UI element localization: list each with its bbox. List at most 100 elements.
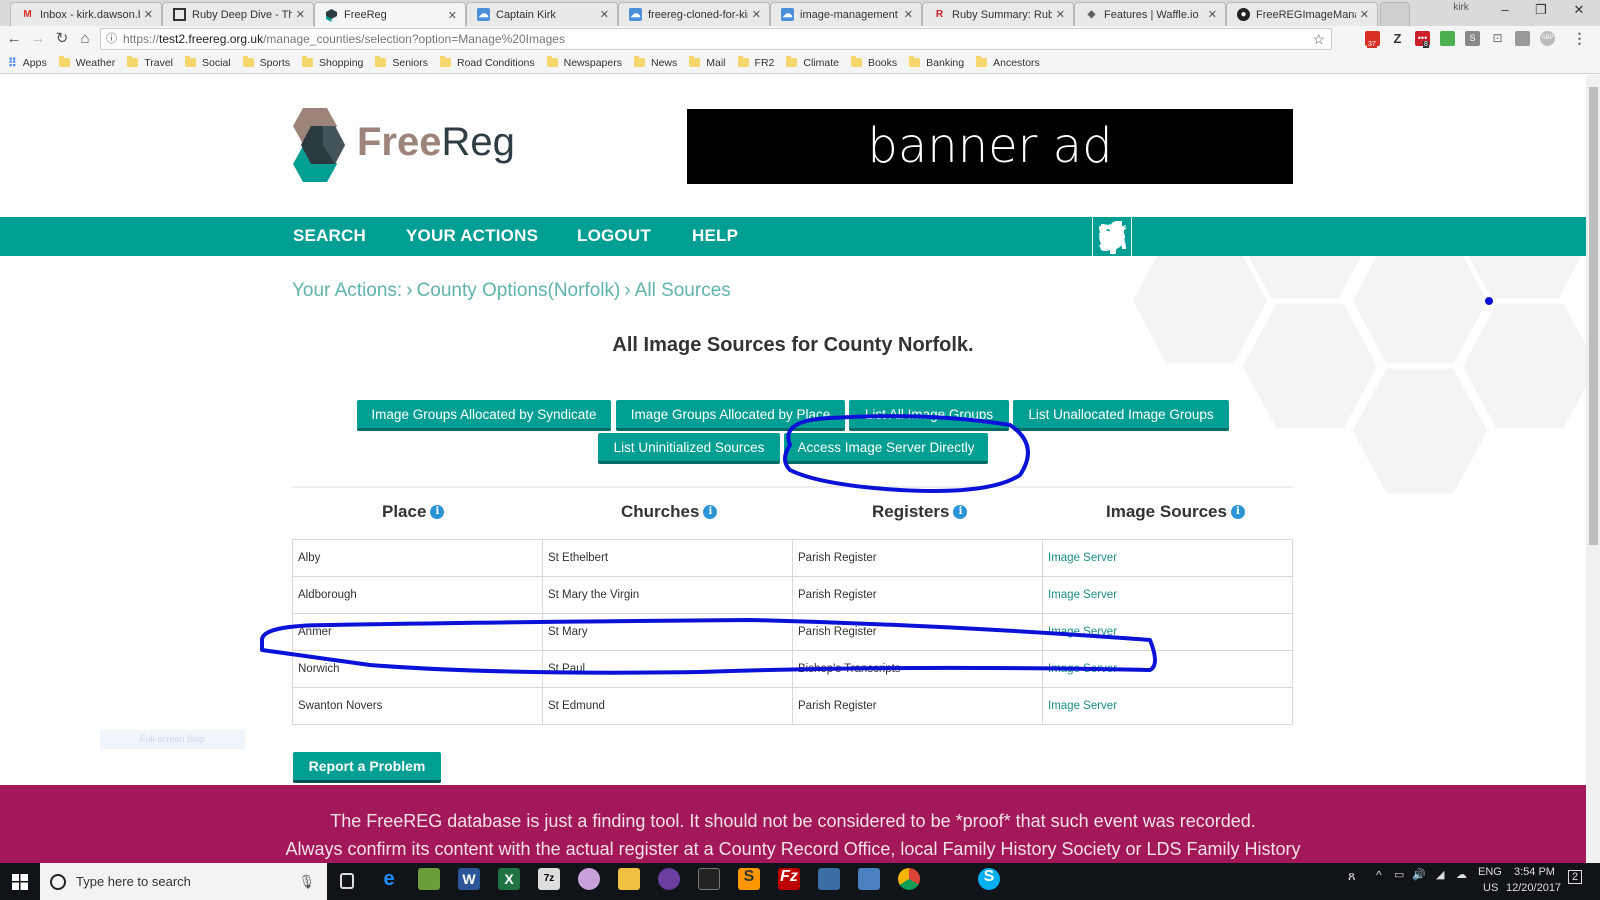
close-icon[interactable]: ✕ bbox=[904, 8, 913, 21]
tab-ruby-deep-dive[interactable]: Ruby Deep Dive - The I ✕ bbox=[162, 2, 314, 26]
reload-button[interactable]: ↻ bbox=[52, 29, 72, 49]
clock-time[interactable]: 3:54 PM bbox=[1514, 866, 1555, 878]
s-extension-icon[interactable]: S bbox=[1465, 31, 1480, 46]
region-indicator[interactable]: US bbox=[1483, 882, 1498, 894]
info-icon[interactable]: ⓘ bbox=[106, 29, 117, 49]
bookmark-star-icon[interactable]: ☆ bbox=[1312, 29, 1325, 49]
bookmark-folder[interactable]: Sports bbox=[242, 56, 290, 69]
bookmark-folder[interactable]: Newspapers bbox=[546, 56, 622, 69]
7zip-icon[interactable]: 7z bbox=[538, 868, 560, 890]
app-green-icon[interactable] bbox=[418, 868, 440, 890]
bookmark-folder[interactable]: News bbox=[634, 56, 677, 69]
page-scrollbar[interactable] bbox=[1586, 75, 1600, 863]
chrome-icon[interactable] bbox=[898, 868, 920, 890]
file-explorer-icon[interactable] bbox=[618, 868, 640, 890]
bookmark-apps[interactable]: ⠿ Apps bbox=[8, 56, 47, 70]
info-icon[interactable]: i bbox=[1230, 505, 1245, 519]
bookmark-folder[interactable]: Shopping bbox=[302, 56, 363, 69]
app-network-icon[interactable] bbox=[818, 868, 840, 890]
image-server-link[interactable]: Image Server bbox=[1042, 539, 1293, 577]
bookmark-folder[interactable]: Road Conditions bbox=[439, 56, 535, 69]
bookmark-folder[interactable]: Banking bbox=[909, 56, 964, 69]
close-icon[interactable]: ✕ bbox=[1360, 8, 1369, 21]
bookmark-folder[interactable]: Ancestors bbox=[976, 56, 1040, 69]
skype-icon[interactable]: S bbox=[978, 868, 1000, 890]
start-button[interactable] bbox=[0, 863, 40, 900]
people-icon[interactable]: ጸ bbox=[1348, 868, 1356, 884]
close-icon[interactable]: ✕ bbox=[600, 8, 609, 21]
wifi-icon[interactable]: ◢ bbox=[1436, 868, 1444, 881]
bookmark-folder[interactable]: Weather bbox=[58, 56, 115, 69]
nav-your-actions[interactable]: YOUR ACTIONS bbox=[406, 226, 538, 246]
abp-icon[interactable]: ABP bbox=[1540, 31, 1555, 46]
breadcrumb-your-actions[interactable]: Your Actions: bbox=[292, 280, 402, 301]
scrollbar-thumb[interactable] bbox=[1589, 87, 1598, 545]
restore-button[interactable]: ❐ bbox=[1526, 2, 1556, 18]
bookmark-folder[interactable]: Social bbox=[185, 56, 231, 69]
clock-date[interactable]: 12/20/2017 bbox=[1506, 882, 1561, 894]
nav-logout[interactable]: LOGOUT bbox=[577, 226, 651, 246]
image-groups-by-place-button[interactable]: Image Groups Allocated by Place bbox=[616, 400, 845, 431]
list-uninitialized-sources-button[interactable]: List Uninitialized Sources bbox=[598, 433, 780, 464]
tab-freereg-cloned[interactable]: ☁ freereg-cloned-for-kirk ✕ bbox=[618, 2, 770, 26]
image-server-link[interactable]: Image Server bbox=[1042, 613, 1293, 651]
bookmark-folder[interactable]: Mail bbox=[689, 56, 726, 69]
close-icon[interactable]: ✕ bbox=[144, 8, 153, 21]
list-all-image-groups-button[interactable]: List All Image Groups bbox=[849, 400, 1009, 431]
close-icon[interactable]: ✕ bbox=[1208, 8, 1217, 21]
app-remote-icon[interactable] bbox=[858, 868, 880, 890]
volume-icon[interactable]: 🔊 bbox=[1412, 868, 1426, 881]
address-bar[interactable]: ⓘ https://test2.freereg.org.uk/manage_co… bbox=[100, 28, 1332, 50]
tray-chevron-icon[interactable]: ^ bbox=[1376, 868, 1382, 882]
close-icon[interactable]: ✕ bbox=[752, 8, 761, 21]
breadcrumb-county-options[interactable]: County Options(Norfolk) bbox=[417, 280, 621, 301]
bookmark-folder[interactable]: Climate bbox=[786, 56, 839, 69]
back-button[interactable]: ← bbox=[4, 29, 24, 49]
new-tab-button[interactable] bbox=[1380, 2, 1410, 26]
notifications-button[interactable]: 2 bbox=[1568, 870, 1583, 884]
nav-help[interactable]: HELP bbox=[692, 226, 738, 246]
bookmark-folder[interactable]: Seniors bbox=[375, 56, 428, 69]
minimize-button[interactable]: – bbox=[1490, 2, 1520, 17]
profile-label[interactable]: kirk bbox=[1446, 2, 1476, 13]
app-purple-icon[interactable] bbox=[658, 868, 680, 890]
forward-button[interactable]: → bbox=[28, 29, 48, 49]
github-icon[interactable] bbox=[1092, 217, 1132, 256]
info-icon[interactable]: i bbox=[953, 505, 968, 519]
zotero-icon[interactable]: Z bbox=[1390, 31, 1405, 46]
tab-github[interactable]: ● FreeREGImageManage ✕ bbox=[1226, 2, 1378, 26]
close-icon[interactable]: ✕ bbox=[296, 8, 305, 21]
tab-inbox[interactable]: M Inbox - kirk.dawson.bc ✕ bbox=[10, 2, 162, 26]
sublime-icon[interactable]: S bbox=[738, 868, 760, 890]
language-indicator[interactable]: ENG bbox=[1478, 866, 1502, 878]
image-groups-by-syndicate-button[interactable]: Image Groups Allocated by Syndicate bbox=[357, 400, 611, 431]
nav-search[interactable]: SEARCH bbox=[293, 226, 366, 246]
cast-icon[interactable]: ⊡ bbox=[1490, 31, 1505, 46]
excel-icon[interactable]: X bbox=[498, 868, 520, 890]
list-unallocated-image-groups-button[interactable]: List Unallocated Image Groups bbox=[1013, 400, 1229, 431]
grey-extension-icon[interactable] bbox=[1515, 31, 1530, 46]
access-image-server-button[interactable]: Access Image Server Directly bbox=[784, 433, 988, 464]
word-icon[interactable]: W bbox=[458, 868, 480, 890]
image-server-link[interactable]: Image Server bbox=[1042, 576, 1293, 614]
image-server-link[interactable]: Image Server bbox=[1042, 650, 1293, 688]
bookmark-folder[interactable]: FR2 bbox=[737, 56, 774, 69]
tab-freereg[interactable]: FreeReg ✕ bbox=[314, 2, 466, 27]
edge-icon[interactable]: e bbox=[378, 868, 400, 890]
terminal-icon[interactable] bbox=[698, 868, 720, 890]
tab-captain-kirk[interactable]: ☁ Captain Kirk ✕ bbox=[466, 2, 618, 26]
close-icon[interactable]: ✕ bbox=[448, 9, 457, 22]
info-icon[interactable]: i bbox=[430, 505, 445, 519]
image-server-link[interactable]: Image Server bbox=[1042, 687, 1293, 725]
report-problem-button[interactable]: Report a Problem bbox=[293, 752, 441, 783]
task-view-icon[interactable] bbox=[340, 873, 354, 889]
close-window-button[interactable]: ✕ bbox=[1564, 2, 1594, 18]
evernote-icon[interactable] bbox=[1440, 31, 1455, 46]
taskbar-search-input[interactable]: Type here to search 🎙 bbox=[40, 863, 327, 900]
microphone-icon[interactable]: 🎙 bbox=[298, 874, 315, 890]
bookmark-folder[interactable]: Travel bbox=[127, 56, 173, 69]
close-icon[interactable]: ✕ bbox=[1056, 8, 1065, 21]
snipping-tool-icon[interactable] bbox=[578, 868, 600, 890]
tab-ruby-summary[interactable]: R Ruby Summary: Ruby S ✕ bbox=[922, 2, 1074, 26]
filezilla-icon[interactable]: Fz bbox=[778, 868, 800, 890]
